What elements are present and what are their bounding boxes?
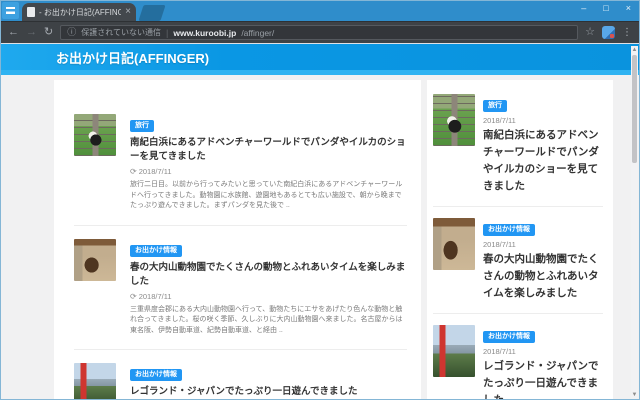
- article-title[interactable]: 春の大内山動物園でたくさんの動物とふれあいタイムを楽しみました: [130, 261, 407, 289]
- titlebar: - お出かけ日記(AFFINGER) × – □ ×: [1, 1, 639, 21]
- scrollbar-thumb[interactable]: [632, 55, 637, 163]
- legoland-photo-thumbnail[interactable]: [74, 363, 116, 399]
- sidebar-article-list: 旅行 2018/7/11 南紀白浜にあるアドベンチャーワールドでパンダやイルカの…: [427, 80, 613, 399]
- scroll-down-icon[interactable]: ▼: [631, 392, 638, 398]
- browser-logo-icon[interactable]: [2, 2, 19, 19]
- horse-photo-thumbnail[interactable]: [74, 238, 116, 281]
- category-badge[interactable]: お出かけ情報: [483, 224, 535, 236]
- page-favicon-icon: [27, 7, 35, 17]
- date-text: 2018/7/11: [138, 291, 172, 301]
- address-bar[interactable]: ⓘ 保護されていない通信 | www.kuroobi.jp /affinger/: [60, 25, 579, 40]
- page-viewport: お出かけ日記(AFFINGER) 旅行 南紀白浜にあるアドベンチャーワールドでパ…: [1, 43, 639, 399]
- article-date: 2018/7/11: [483, 116, 516, 125]
- info-icon[interactable]: ⓘ: [67, 28, 76, 37]
- scroll-up-icon[interactable]: ▲: [631, 47, 638, 53]
- security-label: 保護されていない通信: [81, 28, 161, 37]
- window-controls: – □ ×: [581, 1, 631, 16]
- article-date: ⟳ 2018/7/11: [130, 167, 407, 176]
- url-path: /affinger/: [241, 27, 275, 38]
- logo-bars-icon: [6, 7, 15, 14]
- article-title[interactable]: 南紀白浜にあるアドベンチャーワールドでパンダやイルカのショーを見てきました: [130, 136, 407, 164]
- page-scrollbar[interactable]: ▲ ▼: [631, 46, 638, 399]
- panda-photo-thumbnail[interactable]: [74, 114, 116, 156]
- date-text: 2018/7/11: [138, 167, 172, 176]
- article-item: お出かけ情報 春の大内山動物園でたくさんの動物とふれあいタイムを楽しみました ⟳…: [74, 238, 407, 350]
- article-title[interactable]: レゴランド・ジャパンでたっぷり一日遊んできました: [483, 358, 603, 399]
- sidebar-article[interactable]: お出かけ情報 2018/7/11 レゴランド・ジャパンでたっぷり一日遊んできまし…: [433, 325, 603, 399]
- category-badge[interactable]: 旅行: [483, 100, 507, 112]
- category-badge[interactable]: お出かけ情報: [130, 369, 182, 381]
- article-excerpt: 三重県度会郡にある大内山動物園へ行って、動物たちにエサをあげたり色んな動物と触れ…: [130, 305, 403, 334]
- panda-photo-thumbnail[interactable]: [433, 94, 475, 146]
- new-tab-button[interactable]: [138, 5, 166, 21]
- article-date: 2018/7/11: [483, 347, 516, 356]
- forward-icon[interactable]: →: [26, 27, 37, 38]
- category-badge[interactable]: お出かけ情報: [130, 244, 182, 257]
- category-badge[interactable]: お出かけ情報: [483, 331, 535, 343]
- site-title[interactable]: お出かけ日記(AFFINGER): [1, 48, 209, 67]
- article-item: 旅行 南紀白浜にあるアドベンチャーワールドでパンダやイルカのショーを見てきました…: [74, 114, 407, 226]
- close-button[interactable]: ×: [626, 4, 631, 13]
- browser-tab[interactable]: - お出かけ日記(AFFINGER) ×: [22, 3, 136, 21]
- article-date: ⟳ 2018/7/11: [130, 292, 407, 301]
- browser-window: - お出かけ日記(AFFINGER) × – □ × ← → ↻ ⓘ 保護されて…: [0, 0, 640, 400]
- menu-dots-icon[interactable]: ⋮: [622, 27, 632, 38]
- sidebar-article[interactable]: 旅行 2018/7/11 南紀白浜にあるアドベンチャーワールドでパンダやイルカの…: [433, 94, 603, 207]
- article-excerpt: 旅行二日目。以前から行ってみたいと思っていた南紀白浜にあるアドベンチャーワールド…: [130, 181, 403, 209]
- url-host: www.kuroobi.jp: [173, 27, 237, 38]
- article-title[interactable]: レゴランド・ジャパンでたっぷり一日遊んできました: [130, 385, 407, 399]
- browser-toolbar: ← → ↻ ⓘ 保護されていない通信 | www.kuroobi.jp /aff…: [1, 21, 639, 43]
- url-separator: |: [166, 27, 169, 38]
- tab-title: - お出かけ日記(AFFINGER): [39, 7, 121, 17]
- extension-icon[interactable]: [602, 26, 615, 39]
- back-icon[interactable]: ←: [8, 27, 19, 38]
- article-title[interactable]: 南紀白浜にあるアドベンチャーワールドでパンダやイルカのショーを見てきました: [483, 127, 603, 195]
- minimize-button[interactable]: –: [581, 4, 586, 13]
- main-article-list: 旅行 南紀白浜にあるアドベンチャーワールドでパンダやイルカのショーを見てきました…: [54, 80, 421, 399]
- update-date-icon: ⟳: [130, 167, 137, 176]
- article-item: お出かけ情報 レゴランド・ジャパンでたっぷり一日遊んできました ⟳2018/7/…: [74, 363, 407, 399]
- category-badge[interactable]: 旅行: [130, 120, 154, 132]
- tab-close-icon[interactable]: ×: [125, 7, 131, 17]
- article-title[interactable]: 春の大内山動物園でたくさんの動物とふれあいタイムを楽しみました: [483, 251, 603, 302]
- update-date-icon: ⟳: [130, 291, 137, 301]
- reload-icon[interactable]: ↻: [44, 27, 53, 38]
- legoland-photo-thumbnail[interactable]: [433, 325, 475, 377]
- horse-photo-thumbnail[interactable]: [433, 218, 475, 270]
- site-header: お出かけ日記(AFFINGER): [1, 44, 639, 75]
- bookmark-star-icon[interactable]: ☆: [585, 27, 595, 38]
- sidebar-article[interactable]: お出かけ情報 2018/7/11 春の大内山動物園でたくさんの動物とふれあいタイ…: [433, 218, 603, 314]
- maximize-button[interactable]: □: [603, 4, 608, 13]
- article-date: 2018/7/11: [483, 240, 516, 249]
